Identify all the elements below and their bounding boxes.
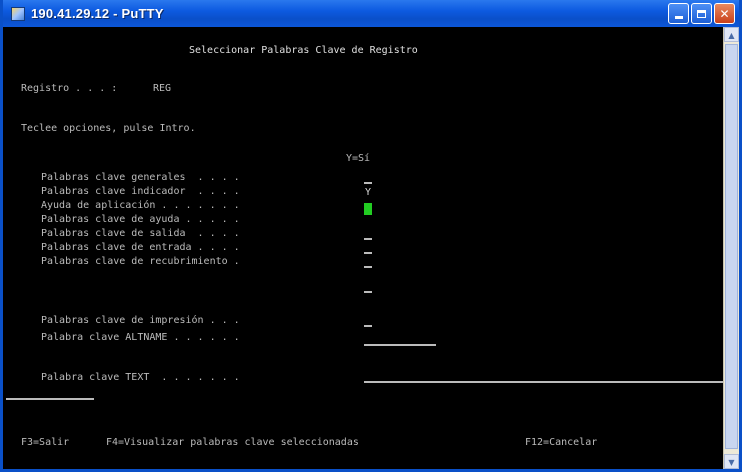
record-label: Registro . . . : <box>21 83 118 94</box>
putty-window: 190.41.29.12 - PuTTY ✕ Seleccionar Palab… <box>0 0 742 472</box>
terminal-screen[interactable]: Seleccionar Palabras Clave de Registro R… <box>6 27 724 469</box>
instructions-text: Teclee opciones, pulse Intro. <box>21 123 196 134</box>
option-input-field[interactable] <box>364 325 372 327</box>
option-input-field[interactable] <box>364 266 372 268</box>
window-titlebar[interactable]: 190.41.29.12 - PuTTY ✕ <box>3 0 739 27</box>
option-label: Palabras clave de ayuda . . . . . <box>41 214 240 225</box>
scrollbar-thumb[interactable] <box>725 44 738 449</box>
option-input-field[interactable] <box>364 252 372 254</box>
vertical-scrollbar[interactable]: ▲ ▼ <box>723 27 739 469</box>
option-label: Palabra clave ALTNAME . . . . . . <box>41 332 240 343</box>
column-header: Y=Sí <box>346 153 371 164</box>
option-input-field[interactable] <box>364 182 372 184</box>
text-field-continuation[interactable] <box>6 398 94 400</box>
screen-title: Seleccionar Palabras Clave de Registro <box>189 45 418 56</box>
option-label: Palabras clave indicador . . . . <box>41 186 240 197</box>
scroll-down-arrow-icon[interactable]: ▼ <box>724 454 739 469</box>
scroll-up-arrow-icon[interactable]: ▲ <box>724 27 739 42</box>
window-controls: ✕ <box>668 3 735 24</box>
text-input-field[interactable] <box>364 381 724 383</box>
option-label: Palabras clave generales . . . . <box>41 172 240 183</box>
close-icon: ✕ <box>719 6 730 21</box>
window-title: 190.41.29.12 - PuTTY <box>31 6 164 21</box>
close-button[interactable]: ✕ <box>714 3 735 24</box>
minimize-icon <box>674 16 683 19</box>
f3-exit-key[interactable]: F3=Salir <box>21 437 69 449</box>
option-input-value[interactable]: Y <box>365 188 371 198</box>
option-input-field[interactable] <box>364 238 372 240</box>
altname-input-field[interactable] <box>364 344 436 346</box>
option-label: Palabras clave de impresión . . . <box>41 315 240 326</box>
option-input-field[interactable] <box>364 291 372 293</box>
maximize-icon <box>697 9 706 18</box>
putty-app-icon[interactable] <box>11 6 25 21</box>
option-label: Palabra clave TEXT . . . . . . . <box>41 372 240 383</box>
option-label: Palabras clave de salida . . . . <box>41 228 240 239</box>
f4-show-selected-key[interactable]: F4=Visualizar palabras clave seleccionad… <box>106 437 359 449</box>
option-label: Ayuda de aplicación . . . . . . . <box>41 200 240 211</box>
record-value: REG <box>153 83 172 94</box>
minimize-button[interactable] <box>668 3 689 24</box>
option-label: Palabras clave de entrada . . . . <box>41 242 240 253</box>
text-cursor[interactable] <box>364 203 372 215</box>
f12-cancel-key[interactable]: F12=Cancelar <box>525 437 597 449</box>
maximize-button[interactable] <box>691 3 712 24</box>
option-label: Palabras clave de recubrimiento . <box>41 256 240 267</box>
